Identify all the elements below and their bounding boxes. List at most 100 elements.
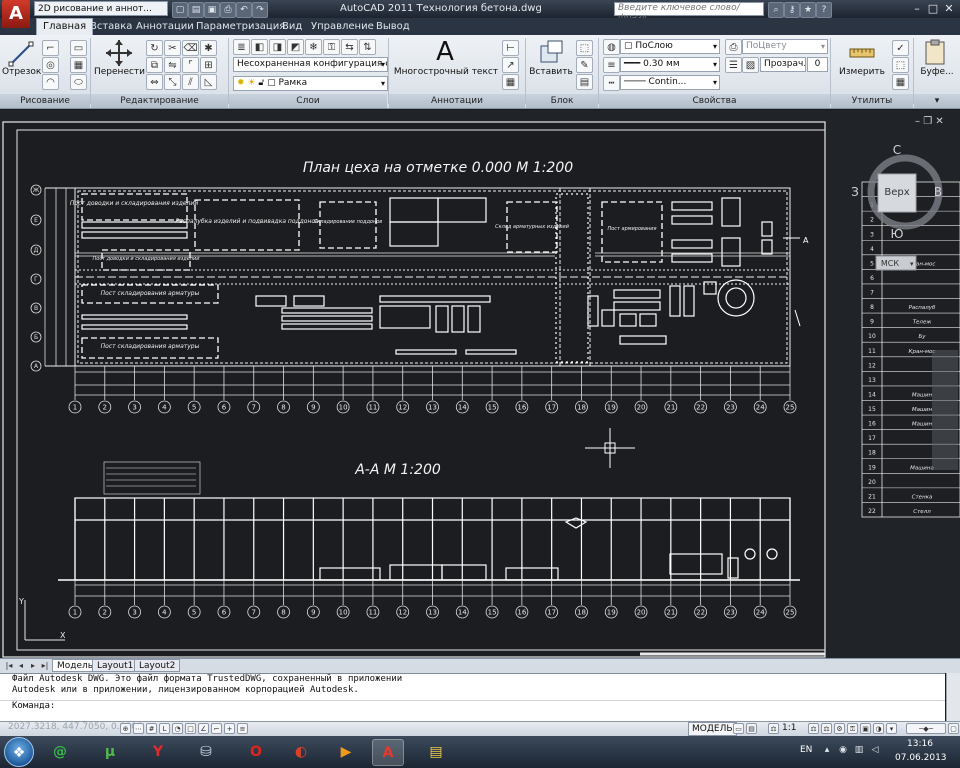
fillet-icon[interactable]: ⌜ (182, 57, 199, 73)
maximize-icon[interactable]: □ (926, 1, 940, 16)
offset-icon[interactable]: ⫽ (182, 74, 199, 90)
infer-constraints-icon[interactable]: ⊕ (120, 723, 131, 734)
grid-icon[interactable]: # (146, 723, 157, 734)
quick-view-layouts-icon[interactable]: ▭ (733, 723, 744, 734)
star-icon[interactable]: ★ (800, 2, 816, 18)
panel-block[interactable]: Блок (526, 94, 598, 108)
key-icon[interactable]: ⚷ (784, 2, 800, 18)
mail-app-icon[interactable]: @ (44, 739, 76, 766)
tab-layout2[interactable]: Layout2 (134, 659, 181, 672)
start-button[interactable]: ❖ (4, 737, 34, 767)
first-layout-icon[interactable]: |◂ (4, 660, 14, 671)
viewport-controls[interactable]: – ❐ ✕ (915, 116, 944, 127)
panel-properties[interactable]: Свойства (599, 94, 830, 108)
match-properties-icon[interactable]: ◍ (603, 39, 620, 55)
opera-icon[interactable]: O (240, 739, 272, 766)
search-icon[interactable]: ⌕ (768, 2, 784, 18)
osnap-icon[interactable]: □ (185, 723, 196, 734)
quick-select-icon[interactable]: ✓ (892, 40, 909, 56)
lineweight-icon[interactable]: ≡ (603, 57, 620, 73)
drawing-svg[interactable]: А Б В Г Д Е Ж План цеха на отметке 0.000… (0, 110, 960, 658)
network-icon[interactable]: ▥ (854, 745, 864, 755)
viewcube-face[interactable]: Верх (884, 187, 909, 198)
move-label[interactable]: Перенести (94, 67, 145, 77)
status-slider[interactable]: ─◆─ (906, 723, 946, 734)
print-icon[interactable]: ⎙ (220, 2, 236, 18)
array-icon[interactable]: ⊞ (200, 57, 217, 73)
polyline-icon[interactable]: ⌐ (42, 40, 59, 56)
workspace-switch-icon[interactable]: ⚙ (834, 723, 845, 734)
polar-icon[interactable]: ◔ (172, 723, 183, 734)
dyn-icon[interactable]: + (224, 723, 235, 734)
create-block-icon[interactable]: ⬚ (576, 40, 593, 56)
viewcube-west[interactable]: З (851, 185, 859, 199)
annotation-visibility-icon[interactable]: ⚖ (808, 723, 819, 734)
undo-icon[interactable]: ↶ (236, 2, 252, 18)
layer-state-icon[interactable]: ◧ (251, 39, 268, 55)
color-dropdown[interactable]: ▢ ПоСлою ▾ (620, 39, 720, 54)
dimension-icon[interactable]: ⊢ (502, 40, 519, 56)
layer-walk-icon[interactable]: ⇅ (359, 39, 376, 55)
tab-output[interactable]: Вывод (370, 18, 416, 35)
auto-scale-icon[interactable]: ⚖ (821, 723, 832, 734)
prev-layout-icon[interactable]: ◂ (16, 660, 26, 671)
isolate-objects-icon[interactable]: ◑ (873, 723, 884, 734)
minimize-icon[interactable]: – (910, 1, 924, 16)
clipboard-icon[interactable] (921, 38, 949, 66)
plotstyle-dropdown[interactable]: ПоЦвету ▾ (742, 39, 828, 54)
command-scrollbar[interactable] (946, 673, 960, 721)
status-tray-icon[interactable]: ▾ (886, 723, 897, 734)
panel-utilities[interactable]: Утилиты (831, 94, 913, 108)
panel-draw[interactable]: Рисование (0, 94, 90, 108)
edit-attribute-icon[interactable]: ▤ (576, 74, 593, 90)
move-icon[interactable] (104, 38, 134, 68)
ortho-icon[interactable]: L (159, 723, 170, 734)
measure-label[interactable]: Измерить (836, 67, 888, 77)
plotstyle-icon[interactable]: ⎙ (725, 39, 742, 55)
model-space-button[interactable]: МОДЕЛЬ (688, 722, 737, 736)
restore-icon[interactable]: ❐ (923, 116, 932, 127)
hatch-icon[interactable]: ▦ (70, 57, 87, 73)
tab-view[interactable]: Вид (276, 18, 308, 35)
panel-annotation[interactable]: Аннотации (389, 94, 525, 108)
layer-properties-icon[interactable]: ≣ (233, 39, 250, 55)
utorrent-icon[interactable]: µ (94, 739, 126, 766)
command-prompt[interactable]: Команда: (0, 700, 945, 712)
viewcube-south[interactable]: Ю (891, 227, 904, 241)
explorer-icon[interactable]: ▤ (420, 739, 452, 766)
insert-label[interactable]: Вставить (528, 67, 574, 77)
rotate-icon[interactable]: ↻ (146, 40, 163, 56)
ellipse-icon[interactable]: ⬭ (70, 74, 87, 90)
yandex-browser-icon[interactable]: Y (142, 739, 174, 766)
minimize-icon[interactable]: – (915, 116, 920, 127)
layer-freeze-icon[interactable]: ❄ (305, 39, 322, 55)
panel-layers[interactable]: Слои (229, 94, 387, 108)
annotation-scale-icon[interactable]: ⚖ (768, 723, 779, 734)
navigation-bar[interactable] (932, 350, 958, 470)
erase-icon[interactable]: ⌫ (182, 40, 199, 56)
workspace-dropdown[interactable]: 2D рисование и аннот... (34, 1, 168, 16)
scale-icon[interactable]: ⤡ (164, 74, 181, 90)
chamfer-icon[interactable]: ◺ (200, 74, 217, 90)
network-app-icon[interactable]: ⛁ (190, 739, 222, 766)
leader-icon[interactable]: ↗ (502, 57, 519, 73)
tray-arrow-icon[interactable]: ▴ (822, 745, 832, 755)
autocad-logo-icon[interactable]: A (2, 0, 30, 28)
quick-view-drawings-icon[interactable]: ▤ (746, 723, 757, 734)
save-icon[interactable]: ▣ (204, 2, 220, 18)
panel-modify[interactable]: Редактирование (91, 94, 228, 108)
line-icon[interactable] (6, 40, 36, 68)
close-icon[interactable]: ✕ (935, 116, 943, 127)
linetype-dropdown[interactable]: ──── Contin... ▾ (620, 75, 720, 90)
autocad-taskbar-icon[interactable]: A (372, 739, 404, 766)
lineweight-dropdown[interactable]: ━━━ 0.30 мм ▾ (620, 57, 720, 72)
annotation-scale-value[interactable]: 1:1 (782, 722, 796, 734)
otrack-icon[interactable]: ∠ (198, 723, 209, 734)
command-window[interactable]: Файл Autodesk DWG. Это файл формата Trus… (0, 673, 945, 722)
select-all-icon[interactable]: ⬚ (892, 57, 909, 73)
chevron-down-icon[interactable]: ▾ (910, 260, 914, 268)
transparency-input[interactable]: 0 (807, 57, 828, 72)
clipboard-label[interactable]: Буфе... (914, 67, 960, 77)
layer-match-icon[interactable]: ⇆ (341, 39, 358, 55)
new-icon[interactable]: ▢ (172, 2, 188, 18)
